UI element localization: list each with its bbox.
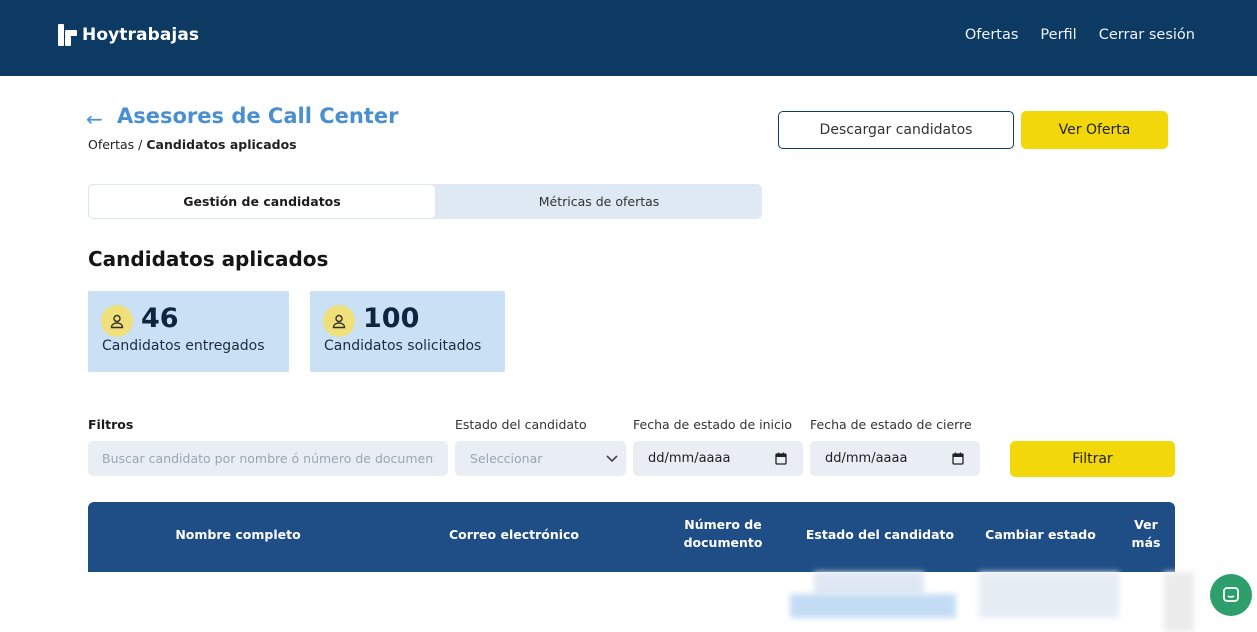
column-numero-documento[interactable]: Número de documento bbox=[673, 516, 773, 552]
start-date-label: Fecha de estado de inicio bbox=[633, 417, 793, 432]
breadcrumb: Ofertas / Candidatos aplicados bbox=[88, 137, 297, 152]
end-date-value: dd/mm/aaaa bbox=[825, 451, 908, 466]
breadcrumb-parent[interactable]: Ofertas bbox=[88, 137, 134, 152]
calendar-icon[interactable] bbox=[775, 452, 787, 469]
column-ver-mas[interactable]: Ver más bbox=[1124, 516, 1168, 552]
calendar-icon[interactable] bbox=[952, 452, 964, 469]
status-select-value: Seleccionar bbox=[470, 451, 543, 466]
stat-card-delivered: 46 Candidatos entregados bbox=[88, 291, 289, 372]
nav-link-cerrar-sesion[interactable]: Cerrar sesión bbox=[1099, 27, 1195, 43]
page-title: Asesores de Call Center bbox=[117, 104, 399, 128]
tab-bar: Gestión de candidatos Métricas de oferta… bbox=[88, 184, 762, 219]
change-status-blur bbox=[979, 572, 1119, 618]
candidate-search-input[interactable] bbox=[88, 441, 448, 476]
column-nombre-completo[interactable]: Nombre completo bbox=[148, 526, 328, 544]
stat-value: 100 bbox=[363, 303, 420, 334]
status-filter-label: Estado del candidato bbox=[455, 417, 587, 432]
end-date-label: Fecha de estado de cierre bbox=[810, 417, 972, 432]
stat-label: Candidatos entregados bbox=[102, 338, 265, 354]
ver-mas-blur bbox=[1164, 572, 1194, 632]
nav-link-ofertas[interactable]: Ofertas bbox=[965, 27, 1019, 43]
stat-value: 46 bbox=[141, 303, 179, 334]
section-title: Candidatos aplicados bbox=[88, 247, 329, 271]
tab-gestion-candidatos[interactable]: Gestión de candidatos bbox=[88, 184, 436, 219]
tab-metricas-ofertas[interactable]: Métricas de ofertas bbox=[436, 184, 762, 219]
status-cell-blur bbox=[814, 572, 924, 594]
top-navbar: Hoytrabajas Ofertas Perfil Cerrar sesión bbox=[0, 0, 1257, 76]
brand-logo[interactable]: Hoytrabajas bbox=[58, 24, 199, 46]
chat-bubble-icon[interactable] bbox=[1210, 574, 1252, 616]
brand-name: Hoytrabajas bbox=[82, 25, 200, 45]
status-badge-blur bbox=[790, 594, 956, 618]
start-date-value: dd/mm/aaaa bbox=[648, 451, 731, 466]
breadcrumb-separator: / bbox=[138, 137, 143, 152]
stat-label: Candidatos solicitados bbox=[324, 338, 482, 354]
view-offer-button[interactable]: Ver Oferta bbox=[1021, 111, 1168, 149]
download-candidates-button[interactable]: Descargar candidatos bbox=[778, 111, 1014, 149]
column-estado-candidato[interactable]: Estado del candidato bbox=[800, 526, 960, 544]
logo-icon bbox=[58, 24, 78, 46]
filter-button[interactable]: Filtrar bbox=[1010, 441, 1175, 477]
start-date-input[interactable]: dd/mm/aaaa bbox=[633, 441, 803, 476]
user-icon bbox=[323, 305, 355, 337]
filters-title: Filtros bbox=[88, 417, 134, 432]
main-nav: Ofertas Perfil Cerrar sesión bbox=[965, 27, 1195, 43]
back-arrow-icon[interactable]: ← bbox=[86, 109, 103, 129]
table-row[interactable] bbox=[84, 572, 1194, 632]
breadcrumb-current: Candidatos aplicados bbox=[146, 137, 297, 152]
status-select[interactable]: Seleccionar bbox=[455, 441, 626, 476]
stat-card-requested: 100 Candidatos solicitados bbox=[310, 291, 505, 372]
chevron-down-icon bbox=[604, 450, 620, 469]
nav-link-perfil[interactable]: Perfil bbox=[1040, 27, 1076, 43]
column-correo-electronico[interactable]: Correo electrónico bbox=[428, 526, 600, 544]
user-icon bbox=[101, 305, 133, 337]
end-date-input[interactable]: dd/mm/aaaa bbox=[810, 441, 980, 476]
table-header: Nombre completo Correo electrónico Númer… bbox=[88, 502, 1175, 572]
column-cambiar-estado[interactable]: Cambiar estado bbox=[973, 526, 1108, 544]
